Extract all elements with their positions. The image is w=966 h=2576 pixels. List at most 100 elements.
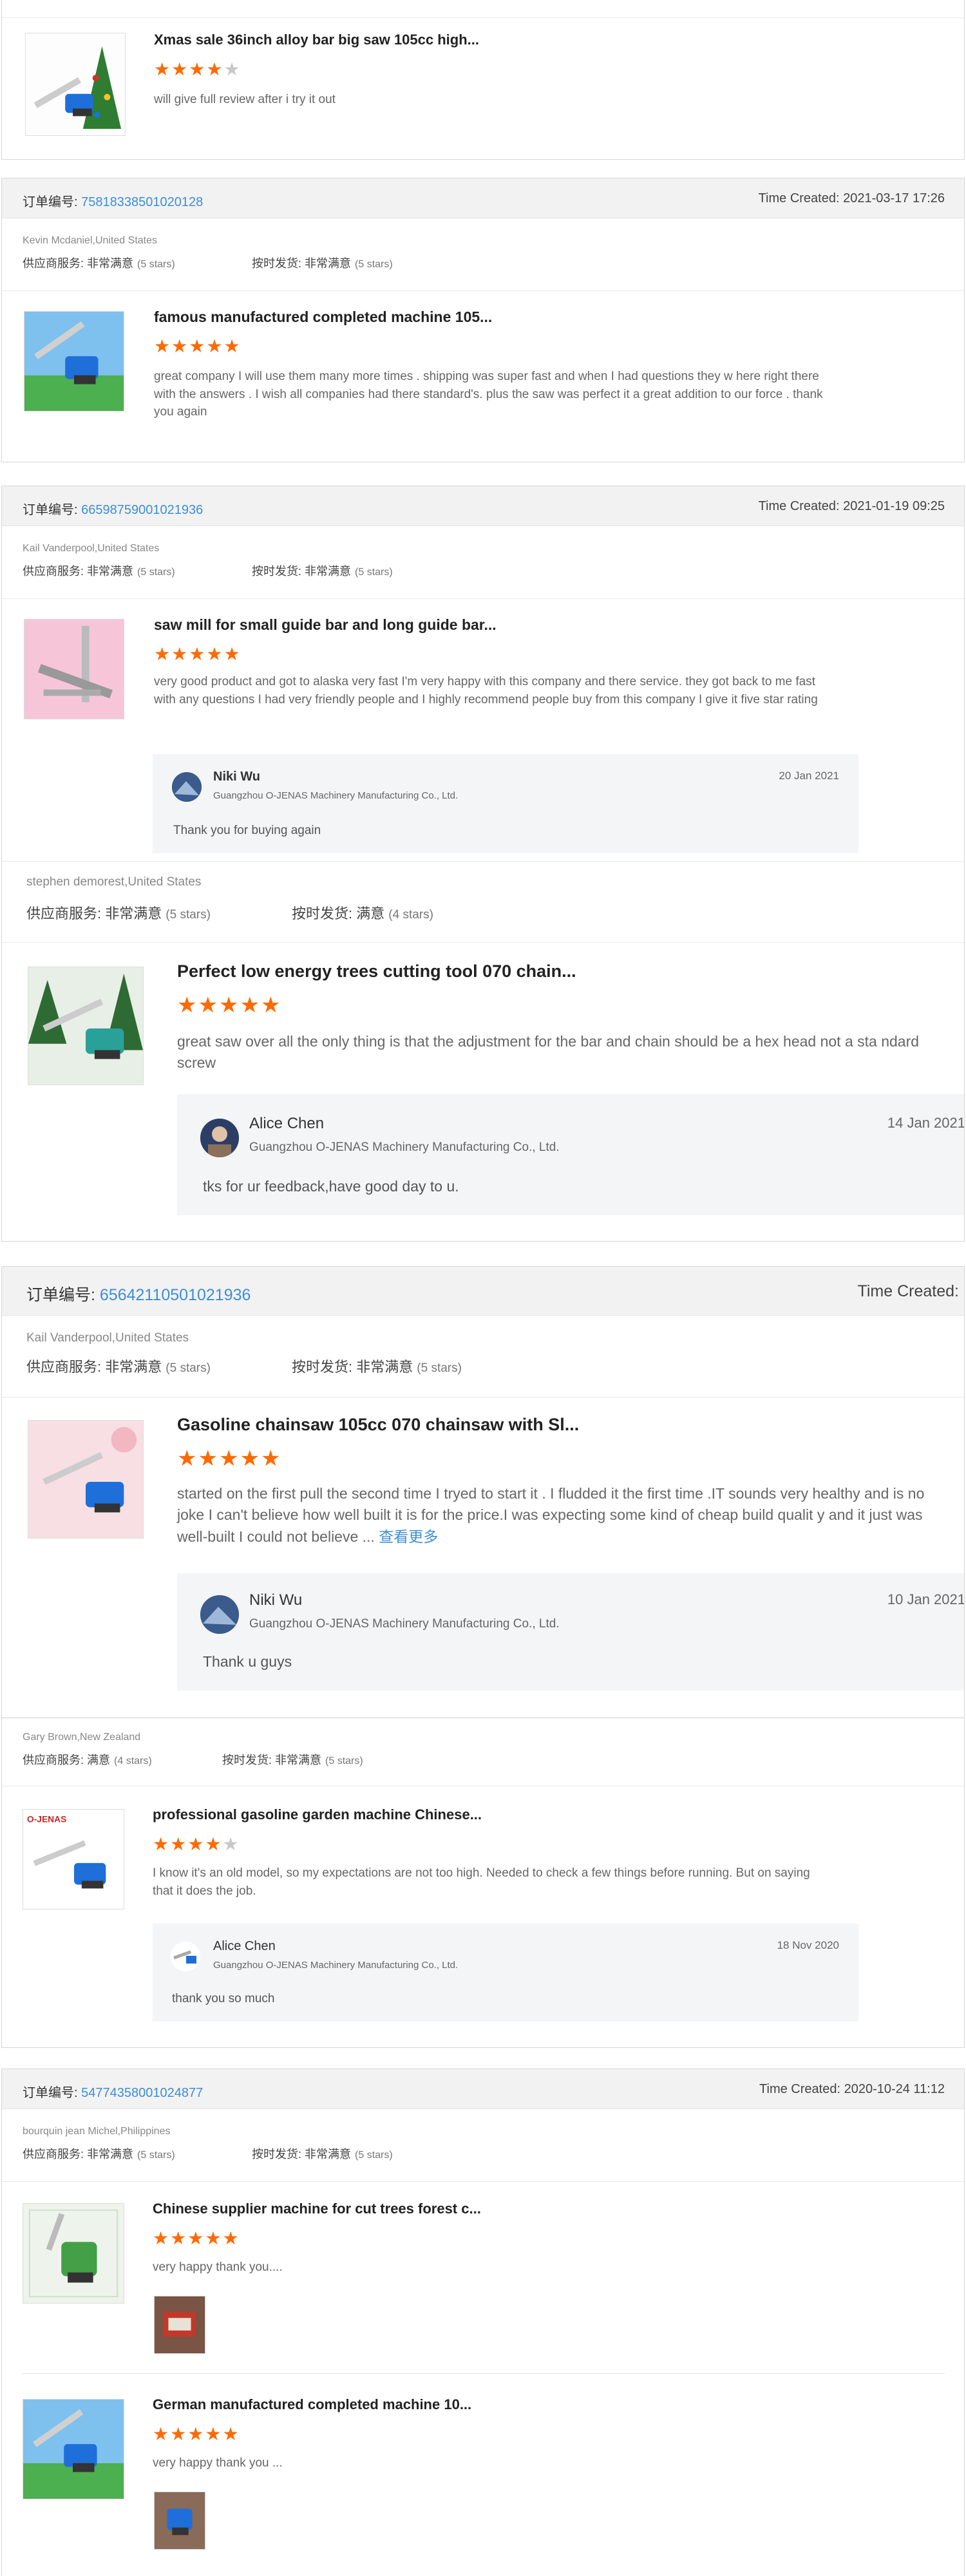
rating-stars: ★★★★★ <box>177 992 281 1018</box>
review-text: very happy thank you.... <box>153 2260 283 2274</box>
star-filled-icon: ★ <box>154 59 172 79</box>
divider <box>2 942 964 943</box>
star-filled-icon: ★ <box>170 2228 188 2248</box>
product-thumbnail[interactable] <box>23 2399 124 2499</box>
product-thumbnail[interactable] <box>23 2203 124 2304</box>
product-title[interactable]: Xmas sale 36inch alloy bar big saw 105cc… <box>154 32 479 48</box>
on-time-ratings: 按时发货: 非常满意 (5 stars) <box>292 1359 462 1375</box>
order-number-link[interactable]: 66598759001021936 <box>81 503 203 517</box>
supplier-ratings: 供应商服务: 满意 (4 stars) <box>23 1754 152 1766</box>
review-photo[interactable] <box>154 2296 205 2354</box>
buyer-name: Gary Brown,New Zealand <box>23 1732 141 1743</box>
divider <box>2 861 964 862</box>
product-title[interactable]: famous manufactured completed machine 10… <box>154 308 492 326</box>
review-text: very happy thank you ... <box>153 2456 283 2470</box>
reply-date: 14 Jan 2021 <box>887 1115 965 1131</box>
star-filled-icon: ★ <box>189 336 207 356</box>
avatar <box>200 1595 239 1634</box>
review-text: started on the first pull the second tim… <box>177 1485 925 1545</box>
product-thumbnail[interactable] <box>24 311 124 412</box>
review-text: will give full review after i try it out <box>154 93 336 106</box>
item-divider <box>23 2373 945 2374</box>
rating-stars: ★★★★★ <box>153 2228 240 2249</box>
reply-date: 20 Jan 2021 <box>779 770 839 782</box>
supplier-reply: Niki Wu Guangzhou O-JENAS Machinery Manu… <box>153 754 858 853</box>
on-time-ratings: 按时发货: 满意 (4 stars) <box>292 905 433 922</box>
star-filled-icon: ★ <box>240 1446 261 1471</box>
reply-author: Niki Wu <box>249 1591 303 1609</box>
star-filled-icon: ★ <box>153 1834 171 1854</box>
star-filled-icon: ★ <box>206 336 224 356</box>
product-title[interactable]: Gasoline chainsaw 105cc 070 chainsaw wit… <box>177 1415 579 1435</box>
supplier-reply: Niki Wu Guangzhou O-JENAS Machinery Manu… <box>177 1573 965 1690</box>
star-filled-icon: ★ <box>222 2424 240 2444</box>
see-more-link[interactable]: 查看更多 <box>379 1528 438 1545</box>
chainsaw-pink-image <box>28 1421 143 1538</box>
order-number: 订单编号: 54774358001024877 <box>23 2086 204 2100</box>
supplier-ratings: 供应商服务: 非常满意 (5 stars) <box>26 905 211 922</box>
time-created: Time Created: 2020-10-24 11:12 <box>759 2082 945 2096</box>
star-filled-icon: ★ <box>205 2228 223 2248</box>
product-thumbnail[interactable]: O-JENAS <box>23 1809 124 1909</box>
chainsaw-xmas-image <box>26 33 125 135</box>
rating-stars: ★★★★★ <box>153 1833 240 1855</box>
product-thumbnail[interactable] <box>25 33 126 136</box>
product-title[interactable]: Perfect low energy trees cutting tool 07… <box>177 961 576 981</box>
review-card-xmas: Xmas sale 36inch alloy bar big saw 105cc… <box>1 0 965 160</box>
star-filled-icon: ★ <box>198 1446 219 1471</box>
star-filled-icon: ★ <box>223 336 242 356</box>
chainsaw-field-image <box>24 312 124 411</box>
review-text: great company I will use them many more … <box>154 370 823 419</box>
order-number-link[interactable]: 65642110501021936 <box>100 1286 251 1304</box>
reply-text: Thank u guys <box>203 1653 292 1670</box>
time-created: Time Created: 2021-01-19 09:25 <box>758 499 945 513</box>
product-thumbnail[interactable] <box>24 619 124 719</box>
reply-company: Guangzhou O-JENAS Machinery Manufacturin… <box>213 1960 459 1971</box>
star-filled-icon: ★ <box>223 644 242 664</box>
star-empty-icon: ★ <box>223 59 242 79</box>
time-created: Time Created: <box>857 1282 959 1300</box>
order-header: 订单编号: 54774358001024877 Time Created: 20… <box>2 2069 964 2109</box>
star-filled-icon: ★ <box>205 1834 223 1854</box>
reply-text: tks for ur feedback,have good day to u. <box>203 1178 459 1195</box>
supplier-ratings: 供应商服务: 非常满意 (5 stars) <box>23 565 175 578</box>
reply-company: Guangzhou O-JENAS Machinery Manufacturin… <box>249 1141 560 1154</box>
star-filled-icon: ★ <box>206 644 224 664</box>
star-filled-icon: ★ <box>218 993 240 1018</box>
supplier-reply: Alice Chen Guangzhou O-JENAS Machinery M… <box>177 1094 965 1215</box>
supplier-reply: Alice Chen Guangzhou O-JENAS Machinery M… <box>153 1924 858 2022</box>
product-title[interactable]: Chinese supplier machine for cut trees f… <box>153 2201 481 2217</box>
on-time-ratings: 按时发货: 非常满意 (5 stars) <box>252 565 393 578</box>
review-text: very good product and got to alaska very… <box>154 675 818 706</box>
star-filled-icon: ★ <box>177 1446 198 1471</box>
star-filled-icon: ★ <box>187 2228 205 2248</box>
order-number-link[interactable]: 75818338501020128 <box>81 195 203 209</box>
order-card: 订单编号: 65642110501021936 Time Created: Ka… <box>1 1266 965 2048</box>
star-filled-icon: ★ <box>189 59 207 79</box>
product-title[interactable]: saw mill for small guide bar and long gu… <box>154 616 497 634</box>
star-filled-icon: ★ <box>260 1446 282 1471</box>
star-filled-icon: ★ <box>218 1446 240 1471</box>
on-time-ratings: 按时发货: 非常满意 (5 stars) <box>252 2148 393 2161</box>
product-thumbnail[interactable] <box>28 967 144 1085</box>
product-title[interactable]: German manufactured completed machine 10… <box>153 2396 471 2413</box>
reply-author: Niki Wu <box>213 770 260 784</box>
order-number-link[interactable]: 54774358001024877 <box>81 2086 203 2100</box>
star-filled-icon: ★ <box>222 2228 240 2248</box>
order-header: 订单编号: 65642110501021936 Time Created: <box>2 1267 964 1316</box>
reply-date: 10 Jan 2021 <box>887 1591 965 1607</box>
product-thumbnail[interactable] <box>28 1420 144 1539</box>
star-filled-icon: ★ <box>171 644 189 664</box>
review-text: great saw over all the only thing is tha… <box>177 1033 920 1072</box>
reply-date: 18 Nov 2020 <box>777 1939 839 1951</box>
divider <box>2 598 964 599</box>
supplier-ratings: 供应商服务: 非常满意 (5 stars) <box>26 1359 211 1375</box>
buyer-name: Kevin Mcdaniel,United States <box>23 235 157 246</box>
avatar <box>172 772 202 802</box>
time-created: Time Created: 2021-03-17 17:26 <box>758 191 945 205</box>
order-card: 订单编号: 66598759001021936 Time Created: 20… <box>1 486 965 1242</box>
order-number: 订单编号: 66598759001021936 <box>23 503 204 517</box>
review-photo[interactable] <box>154 2492 205 2550</box>
reply-company: Guangzhou O-JENAS Machinery Manufacturin… <box>213 790 459 801</box>
product-title[interactable]: professional gasoline garden machine Chi… <box>153 1806 482 1823</box>
